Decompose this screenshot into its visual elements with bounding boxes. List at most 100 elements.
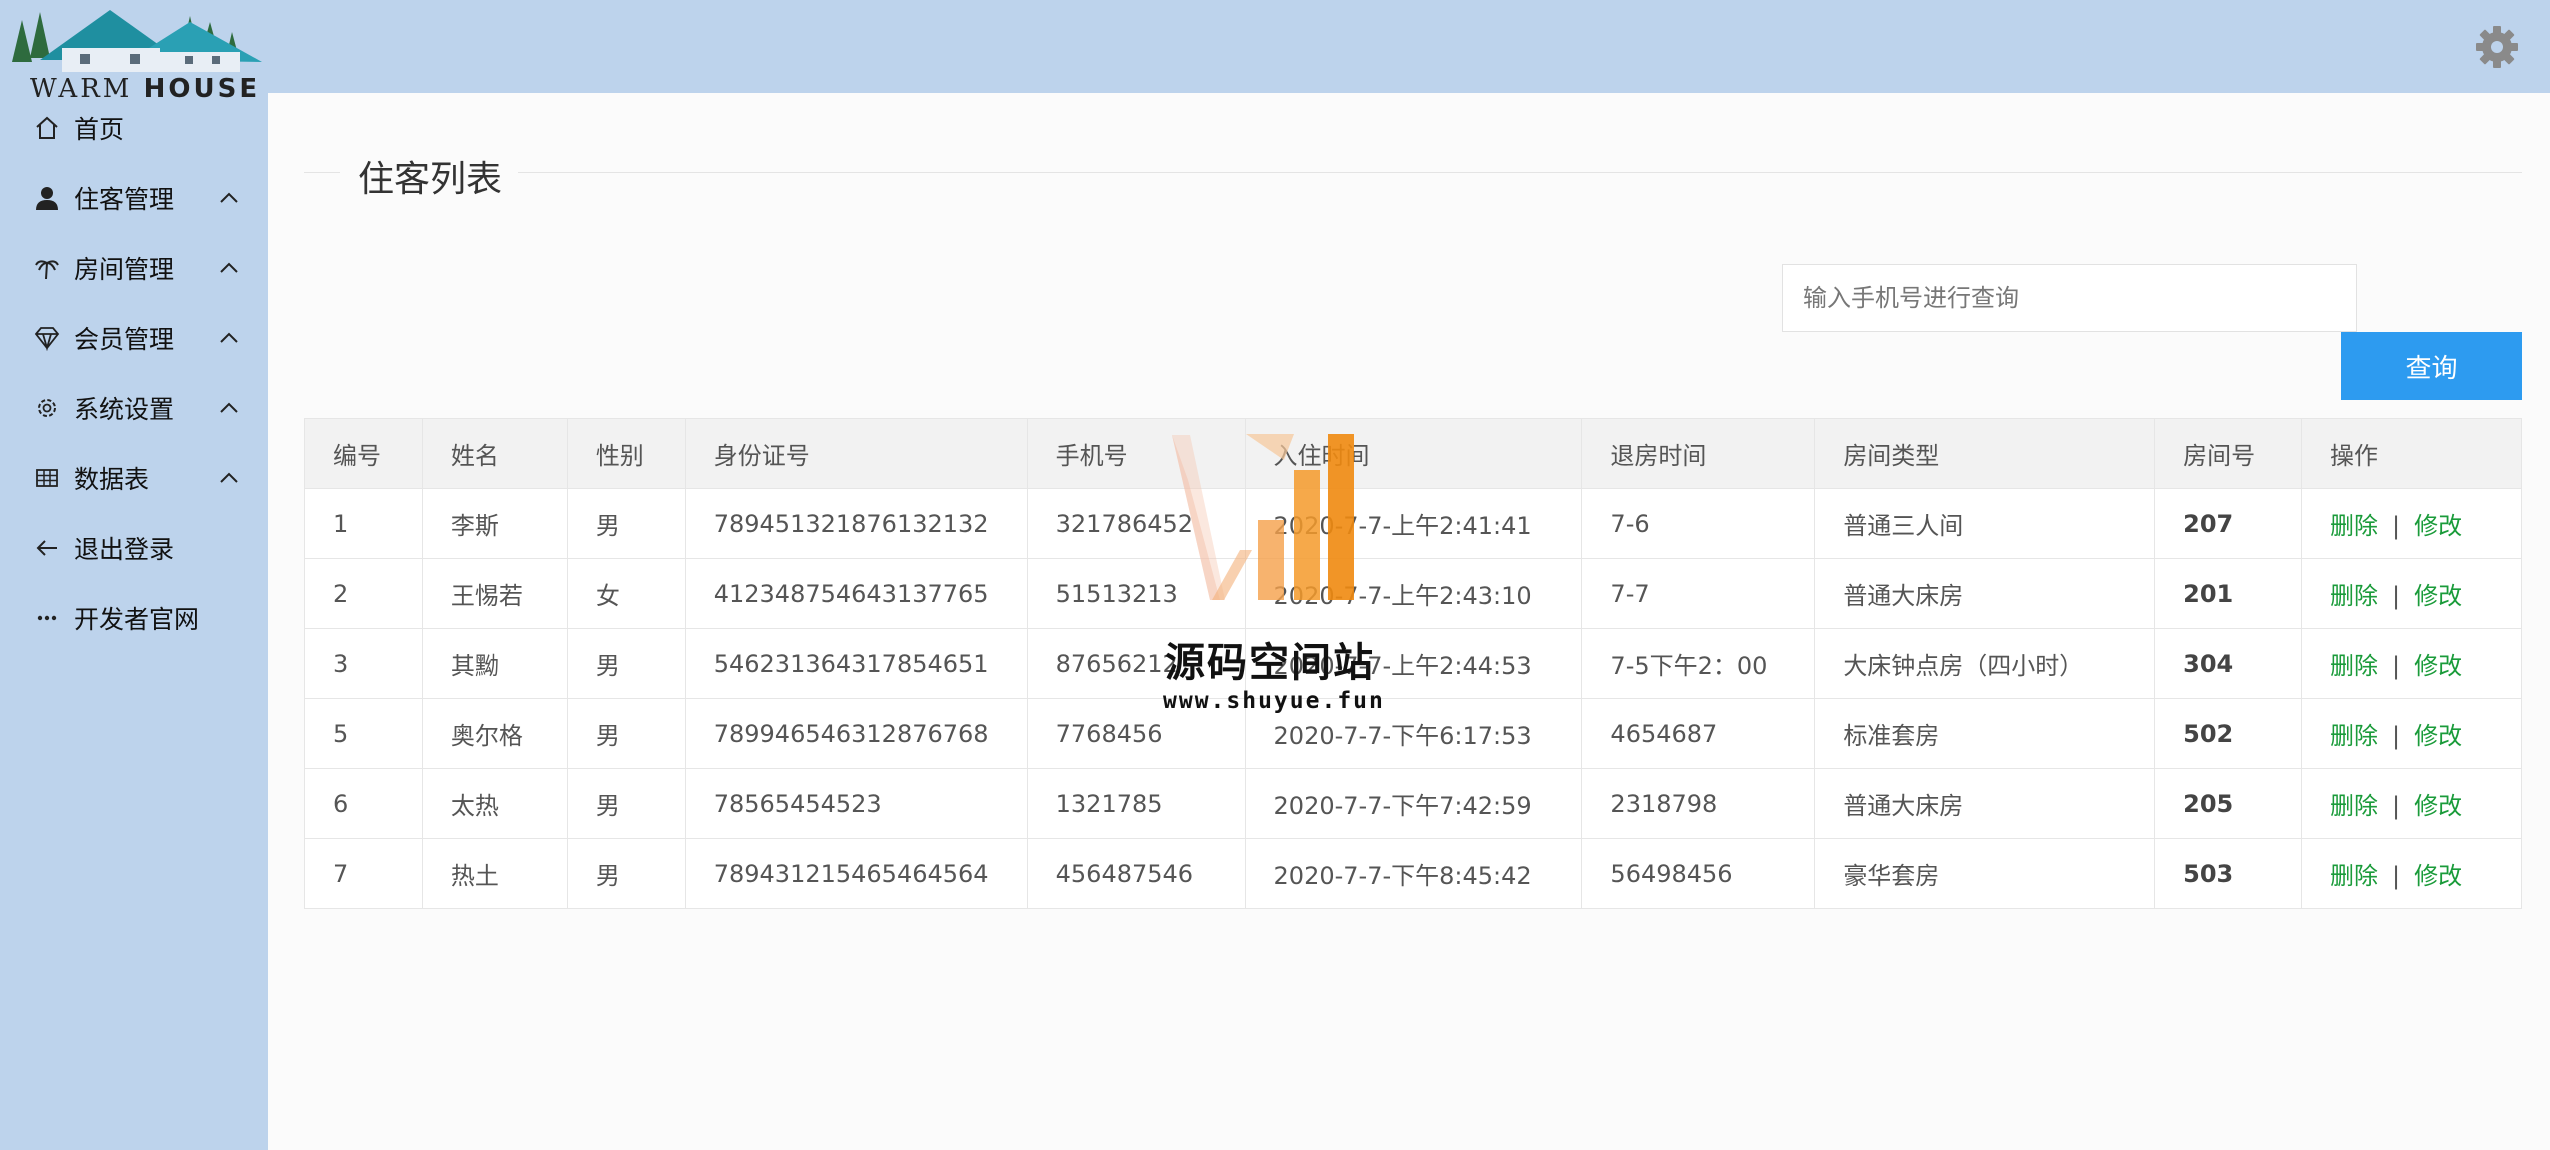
- cell-room-type: 豪华套房: [1814, 838, 2156, 909]
- cell-idcard: 789431215465464564: [684, 838, 1028, 909]
- cell-gender: 男: [566, 628, 686, 699]
- arrow-left-icon: [32, 533, 62, 563]
- column-header-checkin: 入住时间: [1244, 418, 1583, 489]
- cell-actions: 删除 | 修改: [2301, 768, 2522, 839]
- diamond-icon: [32, 323, 62, 353]
- cell-id: 7: [304, 838, 423, 909]
- action-separator: |: [2392, 652, 2401, 680]
- edit-link[interactable]: 修改: [2414, 512, 2462, 540]
- cell-idcard: 789946546312876768: [684, 698, 1028, 769]
- delete-link[interactable]: 删除: [2330, 862, 2378, 890]
- cell-room-type: 普通大床房: [1814, 768, 2156, 839]
- cell-gender: 男: [566, 838, 686, 909]
- logo-house-graphic: [12, 10, 262, 72]
- user-icon: [32, 183, 62, 213]
- sidebar-item-home[interactable]: 首页: [32, 103, 242, 153]
- cell-actions: 删除 | 修改: [2301, 838, 2522, 909]
- cell-name: 太热: [421, 768, 568, 839]
- more-icon: [32, 603, 62, 633]
- sidebar-item-developer-site[interactable]: 开发者官网: [32, 593, 242, 643]
- cell-room-type: 普通大床房: [1814, 558, 2156, 629]
- watermark-url: www.shuyue.fun: [1163, 688, 1385, 714]
- sidebar-item-member-management[interactable]: 会员管理: [32, 313, 242, 363]
- edit-link[interactable]: 修改: [2414, 582, 2462, 610]
- action-separator: |: [2392, 722, 2401, 750]
- palm-tree-icon: [32, 253, 62, 283]
- column-header-actions: 操作: [2301, 418, 2522, 489]
- table-row: 5 奥尔格 男 789946546312876768 7768456 2020-…: [304, 698, 2522, 769]
- cell-checkout: 7-5下午2：00: [1581, 628, 1816, 699]
- sidebar-item-label: 开发者官网: [74, 605, 200, 634]
- cell-gender: 女: [566, 558, 686, 629]
- cell-id: 2: [304, 558, 423, 629]
- cell-checkin: 2020-7-7-上午2:43:10: [1244, 558, 1583, 629]
- cell-checkin: 2020-7-7-上午2:41:41: [1244, 488, 1583, 559]
- table-icon: [32, 463, 62, 493]
- column-header-idcard: 身份证号: [684, 418, 1028, 489]
- cell-phone: 456487546: [1026, 838, 1246, 909]
- cell-room-number: 304: [2154, 628, 2303, 699]
- action-separator: |: [2392, 512, 2401, 540]
- chevron-up-icon[interactable]: [216, 325, 242, 351]
- sidebar-item-logout[interactable]: 退出登录: [32, 523, 242, 573]
- sidebar-item-label: 首页: [74, 115, 125, 144]
- cell-gender: 男: [566, 768, 686, 839]
- edit-link[interactable]: 修改: [2414, 792, 2462, 820]
- delete-link[interactable]: 删除: [2330, 722, 2378, 750]
- cell-phone: 51513213: [1026, 558, 1246, 629]
- cell-phone: 321786452: [1026, 488, 1246, 559]
- cell-room-type: 标准套房: [1814, 698, 2156, 769]
- cell-id: 1: [304, 488, 423, 559]
- cell-room-type: 大床钟点房（四小时）: [1814, 628, 2156, 699]
- phone-search-input[interactable]: [1782, 264, 2357, 332]
- action-separator: |: [2392, 582, 2401, 610]
- title-divider: [304, 172, 340, 173]
- edit-link[interactable]: 修改: [2414, 862, 2462, 890]
- sidebar-item-label: 住客管理: [74, 185, 175, 214]
- column-header-phone: 手机号: [1026, 418, 1246, 489]
- cell-room-number: 201: [2154, 558, 2303, 629]
- sidebar-item-guest-management[interactable]: 住客管理: [32, 173, 242, 223]
- cell-name: 奥尔格: [421, 698, 568, 769]
- delete-link[interactable]: 删除: [2330, 582, 2378, 610]
- settings-gear-icon[interactable]: [2472, 22, 2522, 72]
- cell-checkout: 7-6: [1581, 488, 1816, 559]
- sidebar-item-data-table[interactable]: 数据表: [32, 453, 242, 503]
- cell-room-number: 502: [2154, 698, 2303, 769]
- table-row: 7 热土 男 789431215465464564 456487546 2020…: [304, 838, 2522, 909]
- edit-link[interactable]: 修改: [2414, 652, 2462, 680]
- action-separator: |: [2392, 792, 2401, 820]
- delete-link[interactable]: 删除: [2330, 512, 2378, 540]
- cell-gender: 男: [566, 488, 686, 559]
- search-button[interactable]: 查询: [2341, 332, 2522, 400]
- chevron-up-icon[interactable]: [216, 185, 242, 211]
- cell-checkout: 7-7: [1581, 558, 1816, 629]
- cell-idcard: 546231364317854651: [684, 628, 1028, 699]
- delete-link[interactable]: 删除: [2330, 792, 2378, 820]
- sidebar-item-room-management[interactable]: 房间管理: [32, 243, 242, 293]
- sidebar: 首页 住客管理 房间管理 会员管理 系统设置 数据表 退出登录 开发者官网: [0, 93, 268, 1150]
- delete-link[interactable]: 删除: [2330, 652, 2378, 680]
- cell-name: 李斯: [421, 488, 568, 559]
- cell-actions: 删除 | 修改: [2301, 558, 2522, 629]
- cell-id: 3: [304, 628, 423, 699]
- chevron-up-icon[interactable]: [216, 465, 242, 491]
- sidebar-item-label: 数据表: [74, 465, 150, 494]
- cell-checkin: 2020-7-7-下午7:42:59: [1244, 768, 1583, 839]
- sidebar-item-system-settings[interactable]: 系统设置: [32, 383, 242, 433]
- column-header-room-type: 房间类型: [1814, 418, 2156, 489]
- chevron-up-icon[interactable]: [216, 395, 242, 421]
- cell-checkout: 2318798: [1581, 768, 1816, 839]
- table-row: 2 王惕若 女 412348754643137765 51513213 2020…: [304, 558, 2522, 629]
- guest-table: 编号 姓名 性别 身份证号 手机号 入住时间 退房时间 房间类型 房间号 操作 …: [304, 418, 2522, 909]
- column-header-name: 姓名: [421, 418, 568, 489]
- chevron-up-icon[interactable]: [216, 255, 242, 281]
- cell-name: 其黝: [421, 628, 568, 699]
- column-header-id: 编号: [304, 418, 423, 489]
- cell-name: 热土: [421, 838, 568, 909]
- watermark-title: 源码空间站: [1165, 640, 1375, 686]
- edit-link[interactable]: 修改: [2414, 722, 2462, 750]
- logo-text: WARM HOUSE: [30, 74, 261, 104]
- cell-room-number: 503: [2154, 838, 2303, 909]
- column-header-gender: 性别: [566, 418, 686, 489]
